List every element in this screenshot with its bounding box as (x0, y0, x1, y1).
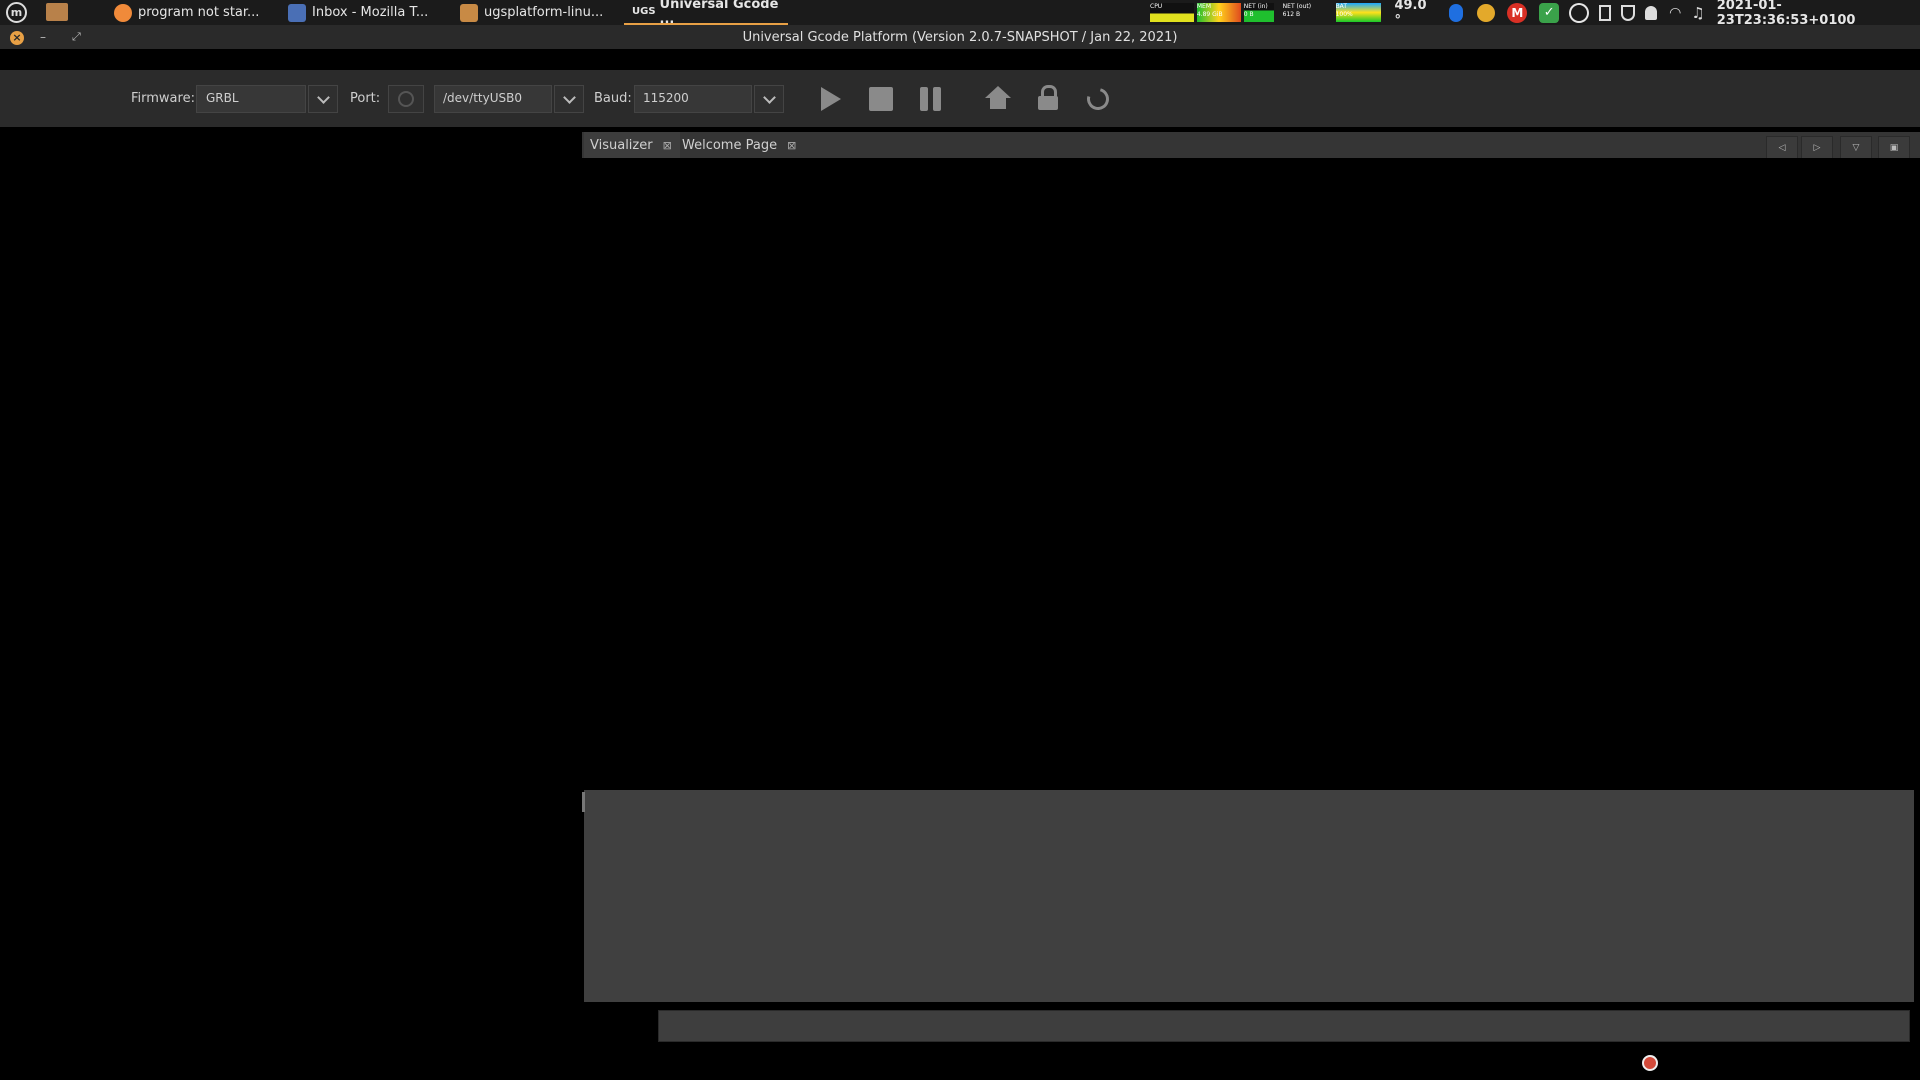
clipboard-icon[interactable] (1599, 4, 1612, 21)
play-button[interactable] (818, 86, 844, 112)
chevron-down-icon (762, 90, 776, 104)
chevron-down-icon (316, 90, 330, 104)
stop-button[interactable] (869, 87, 893, 111)
refresh-icon (398, 91, 414, 107)
tab-welcome-page[interactable]: Welcome Page ⊠ (676, 132, 806, 158)
cpu-temperature: 49.0 ° (1394, 0, 1427, 28)
taskbar-label: program not star... (138, 5, 260, 20)
chevron-down-icon (562, 90, 576, 104)
scroll-tabs-left-button[interactable]: ◁ (1766, 136, 1798, 160)
cpu-monitor[interactable]: CPU (1150, 3, 1194, 22)
baud-label: Baud: (594, 91, 632, 106)
play-icon (821, 87, 841, 111)
close-tab-icon[interactable]: ⊠ (663, 139, 672, 152)
home-icon (985, 86, 1011, 98)
console-output[interactable] (584, 790, 1914, 1002)
folder-icon (460, 3, 478, 22)
console-resize-handle[interactable] (582, 792, 585, 812)
refresh-ports-button[interactable] (388, 85, 424, 113)
pause-icon (920, 87, 928, 111)
home-button[interactable] (985, 86, 1011, 112)
pause-button[interactable] (919, 87, 945, 111)
mail-icon (288, 3, 306, 22)
cookie-icon[interactable] (1477, 3, 1496, 22)
reset-icon (1082, 83, 1114, 115)
bluetooth-icon[interactable] (1449, 3, 1464, 22)
taskbar-label: ugsplatform-linu... (484, 5, 604, 20)
unlock-button[interactable] (1038, 85, 1058, 112)
command-input[interactable] (658, 1010, 1910, 1042)
wifi-icon[interactable]: ◠ (1669, 5, 1681, 21)
shield-icon[interactable] (1621, 4, 1636, 21)
net-out-monitor[interactable]: NET (out) 612 B (1283, 3, 1323, 22)
system-panel: m program not star... Inbox - Mozilla T.… (0, 0, 1920, 28)
firmware-dropdown-button[interactable] (308, 85, 338, 113)
reset-button[interactable] (1082, 83, 1114, 115)
whatsapp-icon[interactable] (1569, 2, 1590, 23)
firmware-value: GRBL (206, 91, 239, 105)
baud-dropdown-button[interactable] (754, 85, 784, 113)
stop-icon (869, 87, 893, 111)
taskbar-label: Inbox - Mozilla T... (312, 5, 429, 20)
visualizer-canvas[interactable] (582, 158, 1920, 788)
close-tab-icon[interactable]: ⊠ (787, 139, 796, 152)
triangle-left-icon: ◁ (1778, 143, 1786, 153)
taskbar-item-ugs[interactable]: UGS Universal Gcode ... (624, 0, 788, 27)
maximize-pane-button[interactable]: ▣ (1878, 136, 1910, 160)
triangle-down-icon: ▽ (1852, 143, 1860, 153)
taskbar-label: Universal Gcode ... (659, 0, 779, 27)
left-pane (0, 127, 580, 1080)
port-label: Port: (350, 91, 381, 106)
firmware-label: Firmware: (131, 91, 195, 106)
tab-visualizer[interactable]: Visualizer ⊠ (584, 132, 680, 158)
mem-monitor[interactable]: MEM 4.89 GiB (1196, 3, 1241, 22)
port-dropdown-button[interactable] (554, 85, 584, 113)
system-tray: CPU MEM 4.89 GiB NET (in) 0 B NET (out) 612… (1150, 0, 1920, 28)
baud-value: 115200 (643, 91, 689, 105)
scroll-tabs-right-button[interactable]: ▷ (1801, 136, 1833, 160)
tab-label: Welcome Page (682, 137, 778, 153)
files-folder-icon[interactable] (46, 3, 68, 21)
firefox-icon (114, 3, 132, 22)
user-icon[interactable] (1645, 5, 1658, 20)
window-title: Universal Gcode Platform (Version 2.0.7-… (742, 30, 1178, 45)
ugs-icon: UGS (632, 6, 656, 17)
tab-list-button[interactable]: ▽ (1840, 136, 1872, 160)
taskbar-item-thunderbird[interactable]: Inbox - Mozilla T... (288, 0, 438, 25)
maximize-icon: ▣ (1889, 143, 1899, 153)
gmail-icon[interactable]: M (1507, 2, 1528, 23)
triangle-right-icon: ▷ (1813, 143, 1821, 153)
tab-label: Visualizer (590, 137, 653, 153)
battery-monitor[interactable]: BAT 100% (1335, 3, 1382, 22)
clock[interactable]: 2021-01-23T23:36:53+0100 (1717, 0, 1920, 28)
music-note-icon[interactable]: ♫ (1691, 4, 1704, 22)
notification-icon[interactable] (1642, 1055, 1658, 1071)
taskbar-item-firefox[interactable]: program not star... (114, 0, 264, 25)
port-value: /dev/ttyUSB0 (443, 91, 522, 105)
taskbar-item-files[interactable]: ugsplatform-linu... (460, 0, 620, 25)
menu-icon[interactable]: m (6, 2, 27, 23)
check-icon[interactable]: ✓ (1539, 2, 1560, 23)
net-in-monitor[interactable]: NET (in) 0 B (1243, 3, 1274, 22)
